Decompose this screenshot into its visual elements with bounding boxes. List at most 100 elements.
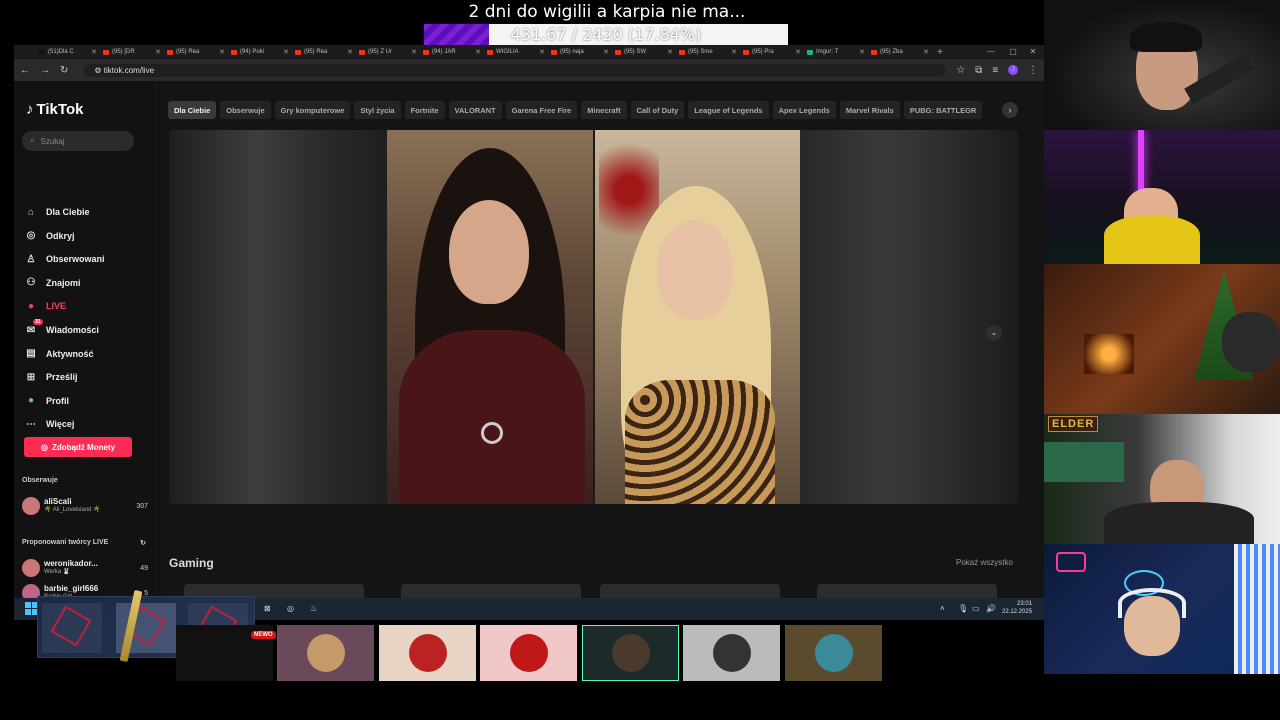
url-field[interactable]: ⚙ tiktok.com/live	[84, 63, 947, 77]
sidebar-item-label: Obserwowani	[46, 254, 105, 265]
sidebar-item-upload[interactable]: ⊞ Prześlij	[24, 368, 78, 386]
sidebar-item-profile[interactable]: ● Profil	[24, 392, 69, 410]
browser-tab[interactable]: (95) naja ✕	[548, 45, 612, 59]
browser-tab[interactable]: (95) Z Ur ✕	[356, 45, 420, 59]
close-tab-icon[interactable]: ✕	[219, 48, 225, 56]
more-icon: ⋯	[26, 418, 36, 430]
sidebar-item-compass[interactable]: ◎ Odkryj	[24, 227, 75, 245]
avatar-card	[277, 625, 374, 681]
back-icon[interactable]: ←	[20, 65, 30, 76]
imgur-icon	[807, 49, 813, 55]
category-tab[interactable]: Fortnite	[404, 101, 445, 119]
browser-tab[interactable]: (95) Pra ✕	[740, 45, 804, 59]
close-window-icon[interactable]: ✕	[1022, 45, 1044, 59]
bookmark-star-icon[interactable]: ☆	[956, 65, 965, 76]
close-tab-icon[interactable]: ✕	[859, 48, 865, 56]
close-tab-icon[interactable]: ✕	[667, 48, 673, 56]
category-tab[interactable]: League of Legends	[688, 101, 769, 119]
category-tab[interactable]: Apex Legends	[772, 101, 836, 119]
live-stream-carousel[interactable]: ⌄	[169, 130, 1018, 504]
sidebar-item-activity[interactable]: ▤ Aktywność	[24, 345, 93, 363]
steam-icon[interactable]: ♨	[310, 598, 317, 620]
chevron-right-icon[interactable]: ›	[1002, 102, 1018, 118]
gaming-thumbnail[interactable]	[817, 584, 997, 598]
gaming-thumbnail[interactable]	[401, 584, 581, 598]
xbox-app-icon[interactable]: ⊠	[264, 598, 271, 620]
category-tab[interactable]: PUBG: BATTLEGR	[903, 101, 983, 119]
category-tab[interactable]: Styl życia	[354, 101, 401, 119]
tab-label: Imgur: T	[816, 49, 839, 55]
category-tab[interactable]: Call of Duty	[630, 101, 685, 119]
close-tab-icon[interactable]: ✕	[283, 48, 289, 56]
browser-tab[interactable]: (94) Poki ✕	[228, 45, 292, 59]
sidebar-item-live[interactable]: ● LIVE	[24, 297, 66, 315]
browser-tab[interactable]: (95) Rea ✕	[164, 45, 228, 59]
close-tab-icon[interactable]: ✕	[91, 48, 97, 56]
live-host-video-2[interactable]	[595, 130, 801, 504]
goal-progress-bar: 431.67 / 2420 (17.84%)	[424, 24, 788, 46]
browser-tab[interactable]: WIGILIA ✕	[484, 45, 548, 59]
browser-tab[interactable]: (94) JAR ✕	[420, 45, 484, 59]
volume-icon[interactable]: 🔊	[986, 598, 996, 620]
extensions-icon[interactable]: ⧉	[975, 65, 982, 76]
category-tab[interactable]: Minecraft	[581, 101, 627, 119]
browser-tab[interactable]: (95) Zba ✕	[868, 45, 932, 59]
close-tab-icon[interactable]: ✕	[155, 48, 161, 56]
category-tab[interactable]: Marvel Rivals	[839, 101, 900, 119]
sidebar-item-home[interactable]: ⌂ Dla Ciebie	[24, 203, 90, 221]
creator-list-item[interactable]: aliScali 🌴 Ali_Lovelsland 🌴 307	[22, 495, 148, 517]
reload-icon[interactable]: ↻	[60, 65, 68, 76]
close-tab-icon[interactable]: ✕	[475, 48, 481, 56]
menu-kebab-icon[interactable]: ⋮	[1028, 65, 1038, 76]
youtube-icon	[423, 49, 429, 55]
maximize-icon[interactable]: ▢	[1002, 45, 1024, 59]
close-tab-icon[interactable]: ✕	[795, 48, 801, 56]
category-tab[interactable]: Gry komputerowe	[274, 101, 351, 119]
close-tab-icon[interactable]: ✕	[539, 48, 545, 56]
tiktok-logo[interactable]: ♪ TikTok	[26, 101, 83, 118]
search-input[interactable]: ⌕ Szukaj	[22, 131, 134, 151]
microphone-icon[interactable]: 🎙	[958, 598, 968, 620]
chevron-down-icon[interactable]: ⌄	[986, 325, 1002, 341]
creator-nickname: 🌴 Ali_Lovelsland 🌴	[44, 507, 101, 513]
tab-search-icon[interactable]: ≡	[992, 65, 998, 76]
sidebar-item-more[interactable]: ⋯ Więcej	[24, 415, 74, 433]
close-tab-icon[interactable]: ✕	[411, 48, 417, 56]
category-tab[interactable]: Garena Free Fire	[505, 101, 578, 119]
forward-icon[interactable]: →	[40, 65, 50, 76]
browser-tab[interactable]: (51)Dla C ✕	[36, 45, 100, 59]
close-tab-icon[interactable]: ✕	[731, 48, 737, 56]
category-tab[interactable]: VALORANT	[448, 101, 502, 119]
browser-tab[interactable]: (95) Rea ✕	[292, 45, 356, 59]
minimize-icon[interactable]: —	[980, 45, 1002, 59]
close-tab-icon[interactable]: ✕	[347, 48, 353, 56]
display-icon[interactable]: ▭	[972, 598, 980, 620]
browser-tab[interactable]: (95) Sme ✕	[676, 45, 740, 59]
webcam-2	[1044, 130, 1280, 264]
browser-tab[interactable]: (95) SW ✕	[612, 45, 676, 59]
site-info-icon[interactable]: ⚙	[94, 66, 103, 75]
close-tab-icon[interactable]: ✕	[603, 48, 609, 56]
sidebar-item-friends[interactable]: ⚇ Znajomi	[24, 274, 81, 292]
url-text: tiktok.com/live	[103, 65, 155, 75]
tray-overflow-icon[interactable]: ˄	[940, 598, 945, 620]
new-tab-button[interactable]: +	[932, 47, 948, 58]
search-placeholder: Szukaj	[40, 136, 65, 146]
get-coins-button[interactable]: ◎ Zdobądź Monety	[24, 437, 132, 457]
refresh-icon[interactable]: ↻	[140, 539, 146, 547]
profile-avatar-icon[interactable]: J	[1008, 65, 1018, 75]
taskbar-clock[interactable]: 23:01 22.12.2025	[1002, 600, 1032, 616]
sidebar-item-following[interactable]: ♙ Obserwowani	[24, 250, 105, 268]
category-tab[interactable]: Dla Ciebie	[168, 101, 217, 119]
gaming-thumbnail[interactable]	[600, 584, 780, 598]
creator-names: weronikador... Werka 🐰	[44, 560, 98, 576]
category-tab[interactable]: Obserwuje	[220, 101, 271, 119]
sidebar-item-messages[interactable]: ✉ 31 Wiadomości	[24, 319, 99, 339]
see-all-link[interactable]: Pokaż wszystko	[956, 558, 1013, 567]
live-host-video-1[interactable]	[387, 130, 593, 504]
browser-tab[interactable]: (95) [DR ✕	[100, 45, 164, 59]
close-tab-icon[interactable]: ✕	[923, 48, 929, 56]
app-notification-icon[interactable]: ◎	[287, 598, 294, 620]
creator-list-item[interactable]: weronikador... Werka 🐰 49	[22, 557, 148, 579]
browser-tab[interactable]: Imgur: T ✕	[804, 45, 868, 59]
